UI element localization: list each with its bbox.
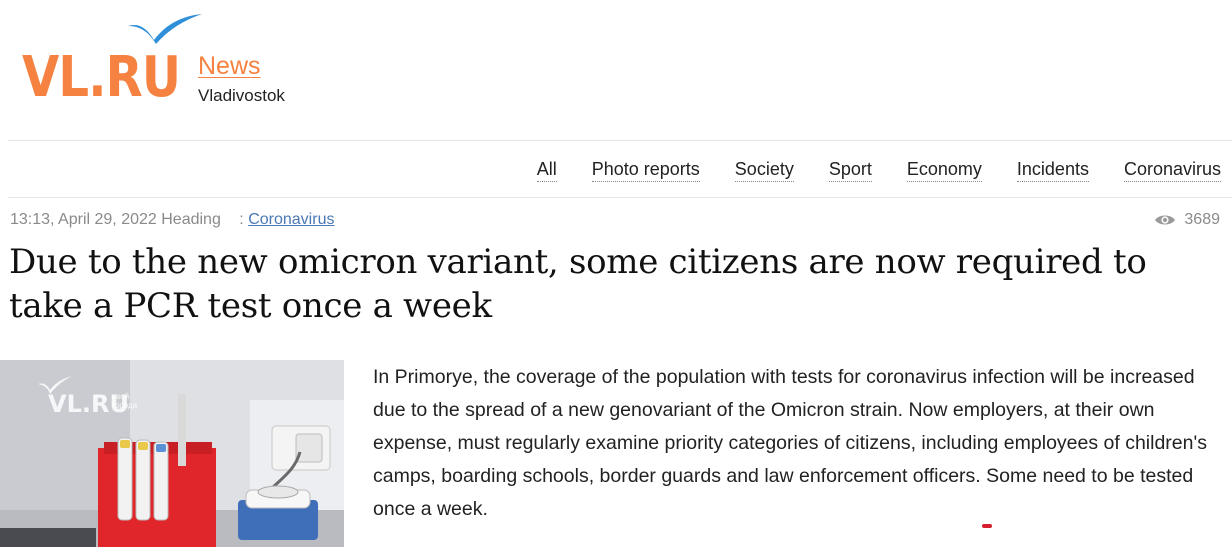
nav-item-society[interactable]: Society — [734, 159, 794, 182]
eye-icon — [1155, 215, 1176, 225]
body-text-end: . — [482, 498, 488, 520]
section-news-link[interactable]: News — [198, 52, 261, 81]
nav-item-all[interactable]: All — [536, 159, 557, 182]
nav-item-sport[interactable]: Sport — [828, 159, 872, 182]
bird-icon — [128, 14, 202, 44]
view-counter: 3689 — [1154, 211, 1220, 229]
rubric-separator: : — [239, 211, 244, 228]
view-count: 3689 — [1184, 211, 1220, 228]
article-timestamp: 13:13, April 29, 2022 — [10, 211, 157, 228]
red-underline — [982, 523, 993, 529]
site-logo[interactable]: VL.RU — [22, 12, 202, 112]
heading-label: Heading — [161, 211, 221, 228]
nav-item-photo-reports[interactable]: Photo reports — [591, 159, 700, 182]
nav-divider — [8, 197, 1232, 198]
nav-item-coronavirus[interactable]: Coronavirus — [1123, 159, 1221, 182]
rubric-link[interactable]: Coronavirus — [248, 211, 334, 228]
lab-photo — [0, 360, 344, 547]
category-nav: All Photo reports Society Sport Economy … — [502, 159, 1221, 182]
photo-watermark-tagline: свой города — [112, 392, 138, 410]
article-meta: 13:13, April 29, 2022 Heading : Coronavi… — [10, 211, 334, 229]
article-photo[interactable]: VL.RU свой города — [0, 360, 344, 547]
article-title: Due to the new omicron variant, some cit… — [9, 242, 1147, 326]
nav-item-economy[interactable]: Economy — [906, 159, 982, 182]
city-label: Vladivostok — [198, 86, 285, 105]
nav-item-incidents[interactable]: Incidents — [1016, 159, 1089, 182]
article-body: In Primorye, the coverage of the populat… — [373, 361, 1213, 529]
header-divider — [8, 140, 1232, 141]
logo-text: VL.RU — [22, 45, 181, 110]
